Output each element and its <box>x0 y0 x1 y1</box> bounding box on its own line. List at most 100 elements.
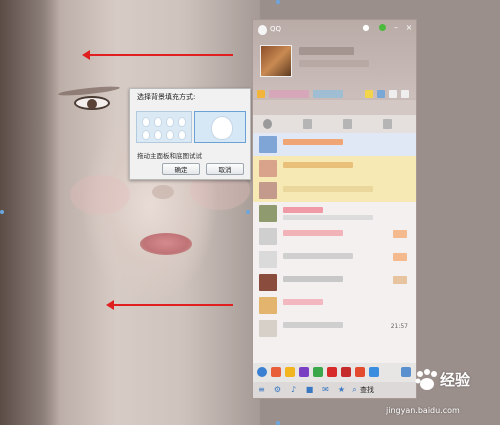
qq-penguin-icon <box>258 25 267 35</box>
penguin-icon <box>166 130 174 140</box>
level-badges <box>269 90 309 98</box>
news-icon[interactable] <box>355 367 365 377</box>
avatar <box>259 228 277 245</box>
minimize-icon[interactable]: – <box>392 24 400 32</box>
background-fill-dialog: 选择背景填充方式: 拖动主面板和底图试试 确定 取消 <box>129 88 251 180</box>
avatar <box>259 274 277 291</box>
favorites-icon[interactable]: ★ <box>337 385 346 394</box>
penguin-icon <box>166 117 174 127</box>
app-shortcut-bar <box>253 363 416 382</box>
contact-name-blurred <box>283 207 323 213</box>
star-icon[interactable] <box>257 90 265 98</box>
watermark-url: jingyan.baidu.com <box>386 406 460 415</box>
signature-blurred <box>299 60 369 67</box>
cancel-button[interactable]: 取消 <box>206 163 244 175</box>
penguin-icon <box>178 130 186 140</box>
avatar <box>259 297 277 314</box>
qq-main-panel: QQ ● – × 21:57 ≡ ⚙ ♪ ■ ✉ ★ ⌕ 查找 <box>252 19 417 399</box>
app-grid-icon[interactable] <box>401 367 411 377</box>
file-icon[interactable]: ■ <box>305 385 314 394</box>
more-tab-icon[interactable] <box>383 119 392 129</box>
jd-icon[interactable] <box>341 367 351 377</box>
music-icon[interactable] <box>271 367 281 377</box>
list-item[interactable] <box>253 202 416 225</box>
close-icon[interactable]: × <box>405 24 413 32</box>
sound-icon[interactable]: ♪ <box>289 385 298 394</box>
search-bar-blurred[interactable] <box>253 100 416 115</box>
qq-app-icon[interactable] <box>257 367 267 377</box>
annotation-arrow-top <box>82 50 233 60</box>
list-item[interactable] <box>253 271 416 294</box>
avatar <box>259 251 277 268</box>
contacts-tab-icon[interactable] <box>263 119 272 129</box>
security-icon[interactable] <box>369 367 379 377</box>
list-item[interactable] <box>253 294 416 317</box>
unread-badge <box>393 230 407 238</box>
settings-icon[interactable]: ⚙ <box>273 385 282 394</box>
tile-fill-option[interactable] <box>136 111 192 143</box>
qq-level-toolbar <box>253 89 416 100</box>
qq-header: QQ ● – × <box>253 20 416 98</box>
penguin-icon <box>154 130 162 140</box>
contact-name-blurred <box>283 253 353 259</box>
message-time: 21:57 <box>390 323 408 330</box>
penguin-icon <box>142 130 150 140</box>
resize-handle[interactable] <box>0 210 4 214</box>
watermark-brand-suffix: 经验 <box>440 371 471 389</box>
main-menu-icon[interactable]: ≡ <box>257 385 266 394</box>
photo-nose <box>152 185 174 199</box>
nickname-blurred <box>299 47 354 55</box>
contact-name-blurred <box>283 322 343 328</box>
mail-icon[interactable] <box>365 90 373 98</box>
qq-tabs <box>253 115 416 133</box>
video-icon[interactable] <box>313 367 323 377</box>
skin-icon[interactable]: ● <box>362 24 370 32</box>
watermark-brand: 经验 <box>440 369 470 390</box>
contact-name-blurred <box>283 230 343 236</box>
app-box-icon[interactable] <box>389 90 397 98</box>
dialog-title: 选择背景填充方式: <box>137 93 196 101</box>
contact-list: 21:57 <box>253 133 416 363</box>
qq-title: QQ <box>270 25 282 33</box>
contact-name-blurred <box>283 139 343 145</box>
groups-tab-icon[interactable] <box>303 119 312 129</box>
recent-tab-icon[interactable] <box>343 119 352 129</box>
dialog-hint: 拖动主面板和底图试试 <box>137 152 202 160</box>
star-app-icon[interactable] <box>299 367 309 377</box>
photo-hair-shadow <box>0 0 60 425</box>
contact-name-blurred <box>283 162 353 168</box>
list-item[interactable] <box>253 156 416 202</box>
stretch-fill-option[interactable] <box>194 111 246 143</box>
list-item[interactable] <box>253 225 416 248</box>
avatar <box>259 160 277 177</box>
unread-badge <box>393 276 407 284</box>
avatar <box>259 182 277 199</box>
resize-handle[interactable] <box>276 0 280 4</box>
shop-icon[interactable] <box>327 367 337 377</box>
list-item[interactable] <box>253 248 416 271</box>
ok-button[interactable]: 确定 <box>162 163 200 175</box>
avatar[interactable] <box>260 45 292 77</box>
zone-icon[interactable] <box>377 90 385 98</box>
contact-name-blurred <box>283 299 323 305</box>
online-status-icon[interactable] <box>379 24 386 31</box>
list-item[interactable] <box>253 133 416 156</box>
message-blurred <box>283 215 373 220</box>
mail-icon[interactable]: ✉ <box>321 385 330 394</box>
game-icon[interactable] <box>285 367 295 377</box>
penguin-icon <box>142 117 150 127</box>
resize-handle[interactable] <box>246 210 250 214</box>
vip-badges <box>313 90 343 98</box>
photo-left-cheek <box>70 175 130 215</box>
bottom-toolbar: ≡ ⚙ ♪ ■ ✉ ★ ⌕ 查找 <box>253 382 416 398</box>
find-label[interactable]: 查找 <box>360 385 374 395</box>
baidu-paw-logo <box>415 369 437 390</box>
more-icon[interactable] <box>401 90 409 98</box>
unread-badge <box>393 253 407 261</box>
annotation-arrow-bottom <box>106 300 233 310</box>
list-item[interactable]: 21:57 <box>253 317 416 340</box>
fill-options <box>136 111 250 145</box>
resize-handle[interactable] <box>276 421 280 425</box>
penguin-icon <box>154 117 162 127</box>
search-icon[interactable]: ⌕ <box>350 385 359 394</box>
